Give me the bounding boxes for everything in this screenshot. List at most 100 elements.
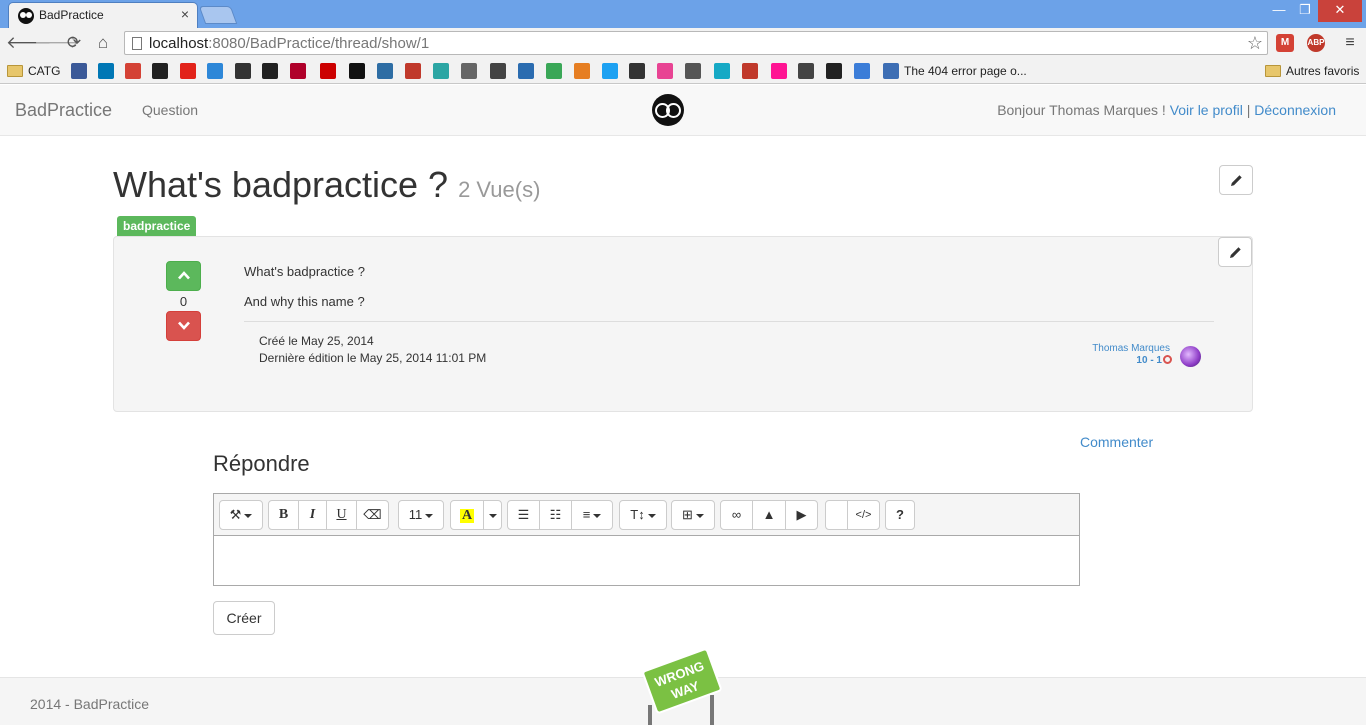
bookmark-item[interactable] (854, 63, 870, 79)
chevron-up-icon (178, 271, 190, 280)
gmail-extension-icon[interactable]: M (1276, 34, 1294, 52)
bookmark-item[interactable] (262, 63, 278, 79)
image-button[interactable]: ▲ (752, 500, 786, 530)
line-height-dropdown[interactable]: T↕ (619, 500, 667, 530)
bookmark-favicon-icon (235, 63, 251, 79)
nav-question-link[interactable]: Question (142, 102, 198, 118)
badpractice-logo-icon (652, 94, 684, 126)
bookmark-item[interactable] (461, 63, 477, 79)
bookmark-item[interactable] (377, 63, 393, 79)
bookmark-item[interactable] (490, 63, 506, 79)
link-button[interactable]: ∞ (720, 500, 753, 530)
bookmark-item[interactable]: The 404 error page o... (883, 63, 1027, 79)
comment-link[interactable]: Commenter (1080, 434, 1153, 450)
bookmark-item[interactable] (71, 63, 87, 79)
bookmark-item[interactable] (180, 63, 196, 79)
bookmark-favicon-icon (854, 63, 870, 79)
color-dropdown-button[interactable] (483, 500, 502, 530)
style-magic-button[interactable]: ⚒ (219, 500, 263, 530)
bookmark-item[interactable] (602, 63, 618, 79)
view-count: 2 Vue(s) (458, 177, 541, 202)
bookmark-item[interactable] (235, 63, 251, 79)
window-maximize-button[interactable]: ❐ (1292, 0, 1318, 22)
brand-link[interactable]: BadPractice (15, 100, 112, 121)
video-button[interactable]: ▶ (785, 500, 818, 530)
font-size-group: 11 (398, 500, 444, 530)
home-icon[interactable]: ⌂ (92, 32, 114, 54)
bookmark-item[interactable] (546, 63, 562, 79)
edit-post-button[interactable] (1218, 237, 1252, 267)
bookmark-favicon-icon (714, 63, 730, 79)
eraser-button[interactable]: ⌫ (356, 500, 389, 530)
bookmark-item[interactable] (320, 63, 336, 79)
bookmark-item[interactable] (771, 63, 787, 79)
bookmark-item[interactable] (714, 63, 730, 79)
reply-textarea[interactable] (214, 536, 1079, 585)
tab-close-icon[interactable]: × (181, 6, 189, 22)
author-link[interactable]: Thomas Marques (1092, 343, 1170, 354)
profile-link[interactable]: Voir le profil (1170, 102, 1243, 118)
bookmark-item[interactable] (685, 63, 701, 79)
bookmark-item[interactable] (207, 63, 223, 79)
bookmark-item[interactable] (405, 63, 421, 79)
bookmark-item[interactable] (349, 63, 365, 79)
downvote-button[interactable] (166, 311, 201, 341)
bookmark-item[interactable] (125, 63, 141, 79)
thread-title-text: What's badpractice ? (113, 164, 449, 205)
reply-heading: Répondre (213, 451, 310, 476)
bookmark-item[interactable] (574, 63, 590, 79)
highlight-color-button[interactable]: A (450, 500, 484, 530)
bullet-list-button[interactable]: ☰ (507, 500, 540, 530)
underline-button[interactable]: U (326, 500, 357, 530)
bookmark-item[interactable] (657, 63, 673, 79)
adblock-extension-icon[interactable]: ABP (1307, 34, 1325, 52)
bookmark-item[interactable] (433, 63, 449, 79)
bold-button[interactable]: B (268, 500, 299, 530)
bookmark-item[interactable] (826, 63, 842, 79)
style-group: ⚒ (219, 500, 263, 530)
align-dropdown[interactable]: ≡ (571, 500, 613, 530)
post-body-line: What's badpractice ? (244, 264, 365, 279)
window-close-button[interactable]: ✕ (1318, 0, 1362, 22)
browser-tab[interactable]: BadPractice × (8, 2, 198, 28)
logout-link[interactable]: Déconnexion (1254, 102, 1336, 118)
code-view-button[interactable]: </> (847, 500, 880, 530)
new-tab-button[interactable] (198, 6, 238, 24)
window-minimize-button[interactable]: — (1266, 0, 1292, 22)
bookmark-item[interactable] (152, 63, 168, 79)
back-arrow-icon[interactable]: 🡐 (6, 32, 52, 54)
bookmark-item[interactable] (742, 63, 758, 79)
bookmark-item[interactable] (98, 63, 114, 79)
bookmark-other-folder[interactable]: Autres favoris (1265, 63, 1359, 79)
bookmark-favicon-icon (152, 63, 168, 79)
bookmark-item[interactable]: CATG (7, 63, 60, 79)
upvote-button[interactable] (166, 261, 201, 291)
bookmark-star-icon[interactable]: ☆ (1247, 33, 1263, 54)
address-bar[interactable]: localhost:8080/BadPractice/thread/show/1… (124, 31, 1268, 55)
create-button[interactable]: Créer (213, 601, 275, 635)
fullscreen-button[interactable] (825, 500, 848, 530)
table-dropdown[interactable]: ⊞ (671, 500, 715, 530)
avatar[interactable] (1180, 346, 1201, 367)
browser-menu-icon[interactable]: ≡ (1341, 34, 1359, 52)
numbered-list-button[interactable]: ☷ (539, 500, 572, 530)
bookmark-item[interactable] (290, 63, 306, 79)
bookmark-item[interactable] (798, 63, 814, 79)
folder-icon (1265, 65, 1281, 77)
caret-down-icon (488, 513, 497, 518)
tag-badge[interactable]: badpractice (117, 216, 197, 237)
bookmark-favicon-icon (490, 63, 506, 79)
caret-down-icon (425, 513, 434, 518)
pencil-icon (1230, 247, 1241, 258)
bookmark-favicon-icon (320, 63, 336, 79)
bookmark-item[interactable] (518, 63, 534, 79)
help-button[interactable]: ? (885, 500, 915, 530)
bookmark-item[interactable] (629, 63, 645, 79)
font-size-value: 11 (408, 507, 423, 522)
italic-button[interactable]: I (298, 500, 327, 530)
font-size-dropdown[interactable]: 11 (398, 500, 444, 530)
reload-icon[interactable]: ⟳ (63, 32, 85, 54)
address-url[interactable]: localhost:8080/BadPractice/thread/show/1 (149, 35, 429, 52)
forward-arrow-icon[interactable]: 🡒 (34, 32, 80, 54)
edit-thread-button[interactable] (1219, 165, 1253, 195)
